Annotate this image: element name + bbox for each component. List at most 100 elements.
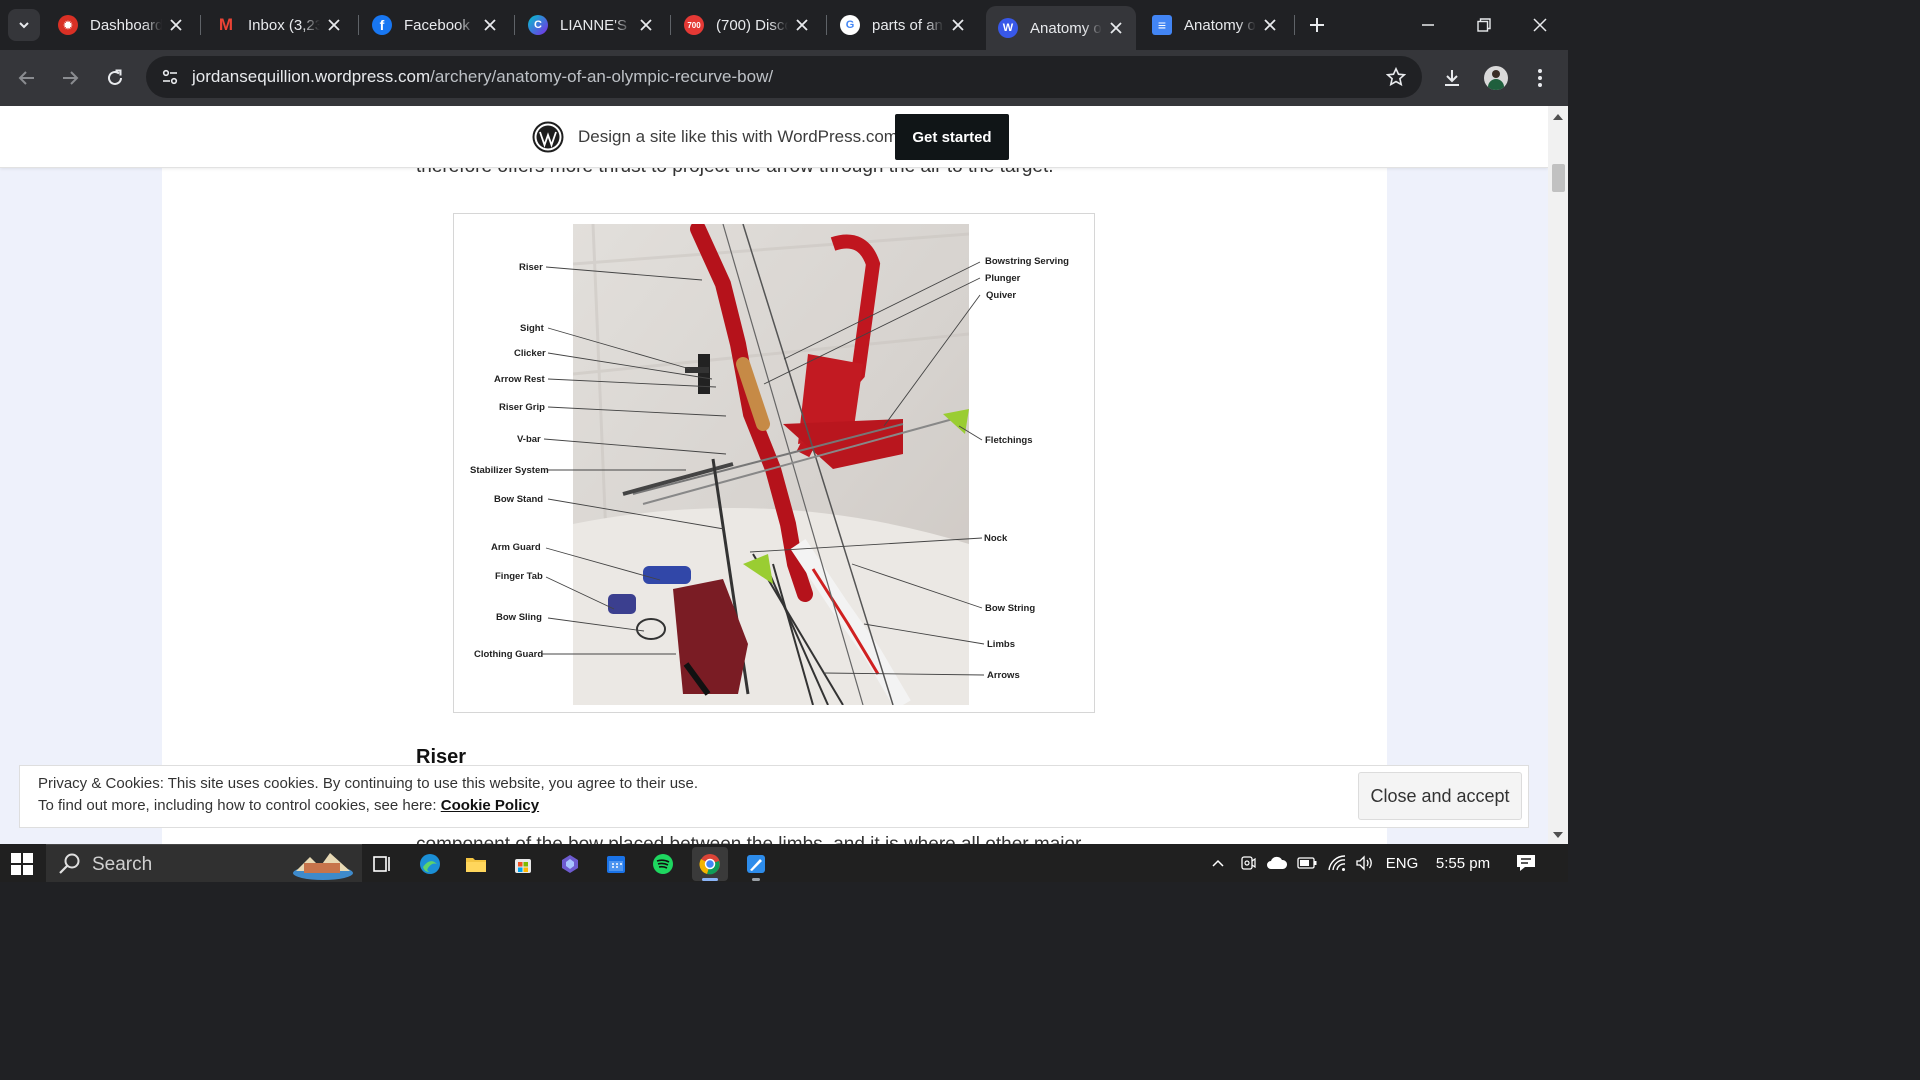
calendar-app[interactable]	[598, 847, 634, 881]
reload-icon	[108, 69, 122, 85]
notification-icon	[1517, 855, 1535, 871]
tab-title: Anatomy o	[1184, 16, 1256, 34]
active-app-indicator	[702, 878, 718, 881]
language-indicator[interactable]: ENG	[1384, 851, 1420, 875]
copilot-app[interactable]	[552, 847, 588, 881]
wordpress-icon: W	[998, 18, 1018, 38]
close-tab-icon[interactable]	[1106, 18, 1126, 38]
chrome-app[interactable]	[692, 847, 728, 881]
cookie-banner: Privacy & Cookies: This site uses cookie…	[19, 765, 1529, 828]
paint-app[interactable]	[738, 847, 774, 881]
url-domain: jordansequillion.wordpress.com	[192, 67, 431, 86]
tab-anatomy-active[interactable]: W Anatomy o	[986, 6, 1136, 50]
bow-anatomy-figure: Riser Sight Clicker Arrow Rest Riser Gri…	[453, 213, 1095, 713]
scroll-up-icon[interactable]	[1553, 114, 1563, 120]
close-tab-icon[interactable]	[480, 15, 500, 35]
browser-menu-button[interactable]	[1522, 60, 1558, 96]
label-plunger: Plunger	[985, 273, 1021, 284]
wifi-button[interactable]	[1326, 851, 1348, 875]
page-viewport: therefore offers more thrust to project …	[0, 106, 1548, 844]
tab-google-search[interactable]: G parts of an	[828, 6, 978, 44]
label-limbs: Limbs	[987, 639, 1015, 650]
cloud-icon	[1267, 856, 1288, 869]
restore-button[interactable]	[1456, 0, 1512, 50]
notifications-button[interactable]	[1514, 851, 1538, 875]
tab-anatomy-docs[interactable]: ≡ Anatomy o	[1140, 6, 1290, 44]
label-arm-guard: Arm Guard	[491, 542, 541, 553]
tab-canva[interactable]: C LIANNE'S F	[516, 6, 666, 44]
close-tab-icon[interactable]	[166, 15, 186, 35]
profile-button[interactable]	[1478, 60, 1514, 96]
meet-now-button[interactable]	[1238, 851, 1258, 875]
copilot-icon	[562, 855, 578, 873]
page-scrollbar[interactable]	[1548, 106, 1568, 844]
store-app[interactable]	[505, 847, 541, 881]
close-and-accept-button[interactable]: Close and accept	[1358, 772, 1522, 820]
taskbar-search-text: Search	[92, 854, 153, 875]
tab-title: LIANNE'S F	[560, 16, 632, 34]
wordpress-banner-text: Design a site like this with WordPress.c…	[578, 127, 898, 146]
get-started-button[interactable]: Get started	[895, 114, 1009, 160]
article-content: therefore offers more thrust to project …	[162, 106, 1387, 844]
tab-title: Facebook	[404, 16, 470, 34]
tab-separator	[514, 15, 515, 35]
canva-icon: C	[528, 15, 548, 35]
close-tab-icon[interactable]	[324, 15, 344, 35]
battery-button[interactable]	[1296, 851, 1318, 875]
search-highlight-icon	[293, 853, 353, 880]
task-view-icon	[373, 856, 390, 872]
address-bar[interactable]: jordansequillion.wordpress.com/archery/a…	[146, 56, 1422, 98]
tab-dashboard[interactable]: ✹ Dashboard	[46, 6, 196, 44]
dashboard-icon: ✹	[58, 15, 78, 35]
close-tab-icon[interactable]	[636, 15, 656, 35]
close-tab-icon[interactable]	[792, 15, 812, 35]
more-vert-icon	[1538, 69, 1542, 87]
tab-inbox[interactable]: M Inbox (3,23	[204, 6, 354, 44]
new-tab-button[interactable]	[1302, 10, 1332, 40]
spotify-icon	[653, 854, 673, 874]
label-clothing-guard: Clothing Guard	[474, 649, 544, 660]
spotify-app[interactable]	[645, 847, 681, 881]
volume-button[interactable]	[1354, 851, 1376, 875]
back-button[interactable]	[9, 60, 45, 96]
reload-button[interactable]	[97, 60, 133, 96]
close-window-button[interactable]	[1512, 0, 1568, 50]
label-fletchings: Fletchings	[985, 435, 1033, 446]
scroll-down-icon[interactable]	[1553, 832, 1563, 838]
scrollbar-thumb[interactable]	[1552, 164, 1565, 192]
tab-title: parts of an	[872, 16, 943, 34]
folder-icon	[466, 858, 486, 872]
cookie-text-prefix: To find out more, including how to contr…	[38, 797, 437, 814]
label-bow-string: Bow String	[985, 603, 1036, 614]
forward-button[interactable]	[52, 60, 88, 96]
close-tab-icon[interactable]	[948, 15, 968, 35]
cookie-policy-link[interactable]: Cookie Policy	[441, 797, 539, 814]
windows-logo-icon	[11, 853, 33, 875]
onedrive-button[interactable]	[1264, 851, 1290, 875]
file-explorer-app[interactable]	[458, 847, 494, 881]
minimize-button[interactable]	[1400, 0, 1456, 50]
downloads-button[interactable]	[1434, 60, 1470, 96]
arrow-left-icon	[18, 71, 34, 85]
start-button[interactable]	[8, 850, 36, 878]
url-text[interactable]: jordansequillion.wordpress.com/archery/a…	[192, 67, 773, 87]
paint-icon	[747, 855, 765, 873]
tab-discord[interactable]: 700 (700) Disco	[672, 6, 822, 44]
gmail-icon: M	[218, 15, 234, 34]
label-nock: Nock	[984, 533, 1008, 544]
bookmark-button[interactable]	[1384, 65, 1408, 89]
edge-app[interactable]	[412, 847, 448, 881]
task-view-button[interactable]	[364, 847, 400, 881]
show-hidden-icons-button[interactable]	[1208, 851, 1228, 875]
tab-search-button[interactable]	[8, 9, 40, 41]
label-bow-sling: Bow Sling	[496, 612, 542, 623]
tab-title: (700) Disco	[716, 16, 788, 34]
chevron-down-icon	[19, 22, 29, 29]
close-tab-icon[interactable]	[1260, 15, 1280, 35]
site-info-button[interactable]	[156, 63, 184, 91]
tab-facebook[interactable]: f Facebook	[360, 6, 510, 44]
label-riser: Riser	[519, 262, 543, 273]
tab-separator	[200, 15, 201, 35]
clock[interactable]: 5:55 pm	[1430, 851, 1496, 875]
taskbar-search[interactable]: Search	[46, 844, 362, 882]
